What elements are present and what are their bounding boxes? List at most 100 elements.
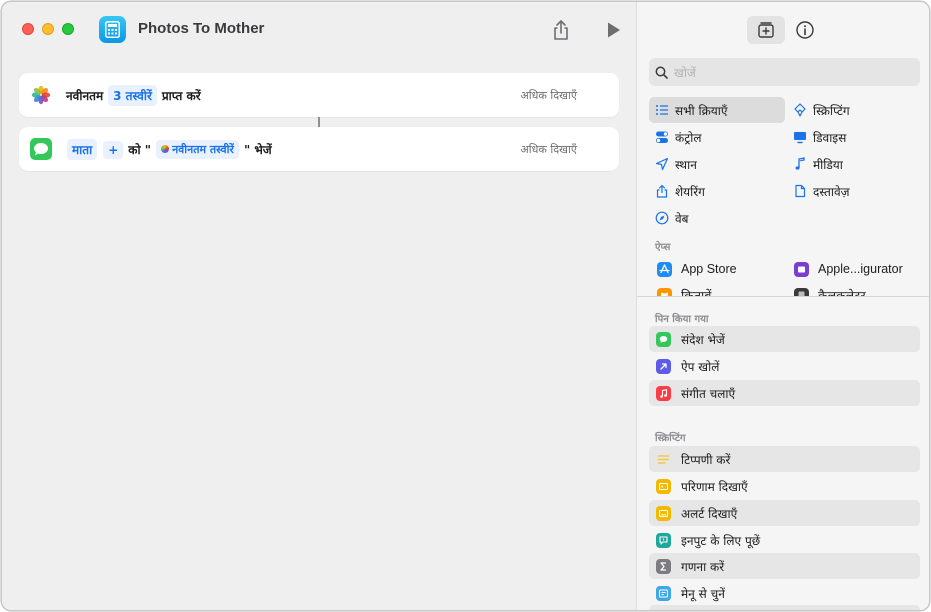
messages-app-icon bbox=[30, 138, 52, 160]
category-documents[interactable]: दस्तावेज़ bbox=[787, 178, 923, 204]
share-icon bbox=[554, 20, 568, 40]
action-summary: नवीनतम 3 तस्वीरें प्राप्त करें bbox=[64, 85, 203, 106]
scripting-section-header: स्क्रिप्टिंग bbox=[655, 433, 686, 444]
location-arrow-icon bbox=[655, 157, 669, 171]
category-label: कंट्रोल bbox=[675, 130, 702, 145]
fullscreen-window-button[interactable] bbox=[62, 23, 74, 35]
sigma-icon bbox=[656, 558, 671, 574]
category-label: वेब bbox=[675, 211, 689, 226]
category-web[interactable]: वेब bbox=[649, 205, 785, 231]
sidebar-divider bbox=[637, 296, 929, 297]
search-field[interactable]: खोजें bbox=[649, 58, 920, 86]
display-icon bbox=[794, 132, 806, 144]
recipient-token[interactable]: माता bbox=[67, 139, 98, 160]
category-control[interactable]: कंट्रोल bbox=[649, 124, 785, 150]
scripting-action-show-alert[interactable]: अलर्ट दिखाएँ bbox=[649, 500, 920, 526]
category-label: स्क्रिप्टिंग bbox=[813, 103, 850, 118]
music-icon bbox=[656, 385, 671, 401]
action-label: संदेश भेजें bbox=[681, 332, 725, 347]
action-label: इनपुट के लिए पूछें bbox=[681, 533, 761, 548]
scripting-icon bbox=[794, 103, 806, 117]
scripting-action-comment[interactable]: टिप्पणी करें bbox=[649, 446, 920, 472]
app-item-calculator[interactable]: कैलकुलेटर bbox=[794, 284, 866, 296]
pinned-action-play-music[interactable]: संगीत चलाएँ bbox=[649, 380, 920, 406]
photos-small-icon bbox=[161, 145, 170, 153]
editor-pane: Photos To Mother नवीनतम 3 तस्वीरें प्राप… bbox=[2, 2, 636, 610]
action-library-sidebar: खोजें सभी क्रियाएँ स्क्रिप्टिंग कंट्रोल … bbox=[636, 2, 929, 610]
apple-configurator-icon bbox=[794, 261, 809, 277]
action-label: अलर्ट दिखाएँ bbox=[681, 506, 738, 521]
open-app-icon bbox=[656, 358, 671, 374]
pinned-action-open-app[interactable]: ऐप खोलें bbox=[649, 353, 920, 379]
category-sharing[interactable]: शेयरिंग bbox=[649, 178, 785, 204]
apps-section-header: ऐप्स bbox=[655, 242, 671, 253]
category-all-actions[interactable]: सभी क्रियाएँ bbox=[649, 97, 785, 123]
app-item-label: App Store bbox=[681, 262, 737, 276]
message-icon bbox=[656, 331, 671, 347]
compass-icon bbox=[655, 211, 669, 225]
app-item-apple-configurator[interactable]: Apple...igurator bbox=[794, 258, 903, 280]
calculator-icon bbox=[794, 287, 809, 296]
action-connector bbox=[318, 117, 320, 127]
run-button[interactable] bbox=[605, 20, 623, 40]
photos-app-icon bbox=[30, 84, 52, 106]
action-text-latest: नवीनतम bbox=[66, 89, 104, 103]
scripting-action-ask-input[interactable]: इनपुट के लिए पूछें bbox=[649, 527, 920, 553]
app-item-label: कैलकुलेटर bbox=[818, 288, 866, 297]
minimize-window-button[interactable] bbox=[42, 23, 54, 35]
action-label: गणना करें bbox=[681, 559, 725, 574]
show-more-button[interactable]: अधिक दिखाएँ bbox=[520, 142, 577, 157]
app-item-app-store[interactable]: App Store bbox=[657, 258, 737, 280]
title-bar: Photos To Mother bbox=[2, 2, 636, 58]
list-icon bbox=[656, 105, 668, 115]
details-button[interactable] bbox=[795, 20, 815, 40]
search-icon bbox=[655, 66, 668, 79]
next-action-row-partial bbox=[649, 605, 920, 610]
category-media[interactable]: मीडिया bbox=[787, 151, 923, 177]
app-item-books[interactable]: किताबें bbox=[657, 284, 711, 296]
scripting-action-choose-from-menu[interactable]: मेनू से चुनें bbox=[649, 580, 920, 606]
category-label: मीडिया bbox=[813, 157, 843, 172]
play-icon bbox=[608, 22, 620, 38]
action-label: संगीत चलाएँ bbox=[681, 386, 736, 401]
category-location[interactable]: स्थान bbox=[649, 151, 785, 177]
shortcut-icon[interactable] bbox=[99, 16, 126, 43]
action-summary: माता + को " नवीनतम तस्वीरें " भेजें bbox=[64, 139, 274, 160]
category-label: दस्तावेज़ bbox=[813, 184, 850, 199]
photo-count-token[interactable]: 3 तस्वीरें bbox=[108, 85, 157, 106]
calculator-glyph-icon bbox=[105, 21, 120, 38]
music-note-icon bbox=[795, 157, 805, 170]
share-icon bbox=[656, 184, 668, 198]
category-device[interactable]: डिवाइस bbox=[787, 124, 923, 150]
action-label: मेनू से चुनें bbox=[681, 586, 725, 601]
variable-token[interactable]: नवीनतम तस्वीरें bbox=[156, 140, 239, 159]
action-label: परिणाम दिखाएँ bbox=[681, 479, 748, 494]
action-library-button[interactable] bbox=[747, 16, 785, 44]
document-icon bbox=[795, 184, 806, 198]
comment-lines-icon bbox=[656, 452, 671, 467]
action-text-get: प्राप्त करें bbox=[161, 89, 201, 103]
category-scripting[interactable]: स्क्रिप्टिंग bbox=[787, 97, 923, 123]
category-label: शेयरिंग bbox=[675, 184, 705, 199]
library-add-icon bbox=[758, 22, 774, 38]
scripting-action-show-result[interactable]: परिणाम दिखाएँ bbox=[649, 473, 920, 499]
action-label: टिप्पणी करें bbox=[681, 452, 731, 467]
show-more-button[interactable]: अधिक दिखाएँ bbox=[520, 88, 577, 103]
show-result-icon bbox=[656, 478, 671, 494]
toggle-icon bbox=[656, 131, 668, 143]
app-store-icon bbox=[657, 261, 672, 277]
share-button[interactable] bbox=[550, 18, 572, 42]
action-send-message[interactable]: माता + को " नवीनतम तस्वीरें " भेजें अधिक… bbox=[19, 127, 619, 171]
pinned-action-send-message[interactable]: संदेश भेजें bbox=[649, 326, 920, 352]
add-recipient-button[interactable]: + bbox=[103, 140, 124, 159]
category-label: डिवाइस bbox=[813, 130, 847, 145]
alert-icon bbox=[656, 505, 671, 521]
scripting-action-calculate[interactable]: गणना करें bbox=[649, 553, 920, 579]
action-get-latest-photos[interactable]: नवीनतम 3 तस्वीरें प्राप्त करें अधिक दिखा… bbox=[19, 73, 619, 117]
apps-list: App Store Apple...igurator किताबें कैलकु… bbox=[637, 252, 929, 296]
action-text-to: को " bbox=[128, 143, 152, 157]
variable-token-label: नवीनतम तस्वीरें bbox=[172, 143, 234, 156]
ask-input-icon bbox=[656, 532, 671, 548]
close-window-button[interactable] bbox=[22, 23, 34, 35]
pinned-section-header: पिन किया गया bbox=[655, 314, 709, 325]
